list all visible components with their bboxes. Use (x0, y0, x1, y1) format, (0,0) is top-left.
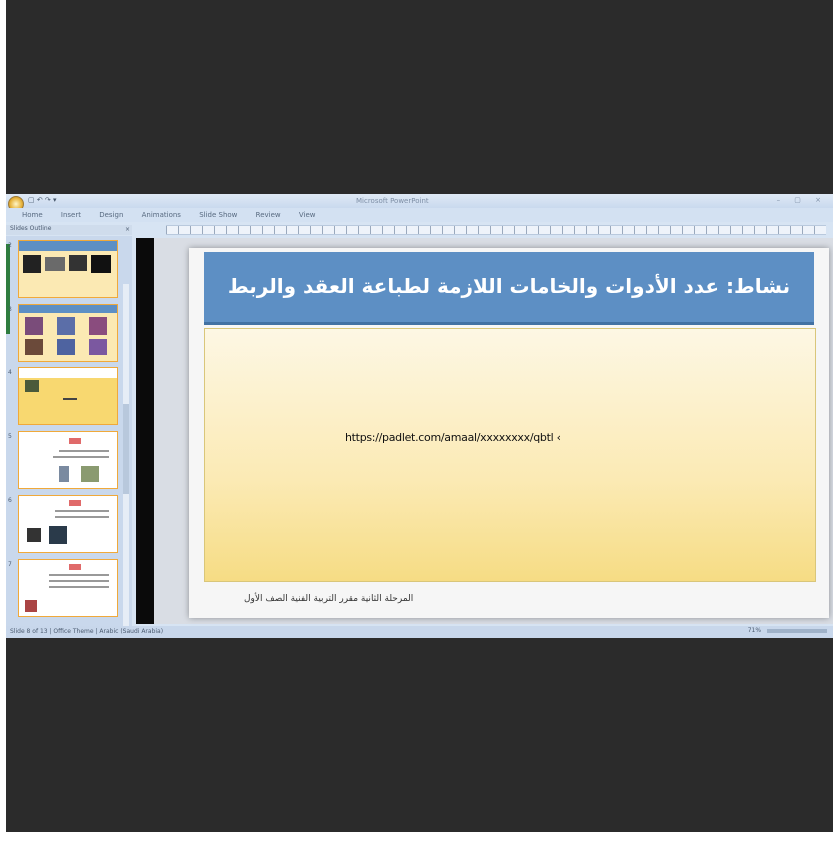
title-bar: ▢ ↶ ↷ ▾ Microsoft PowerPoint – ▢ × (6, 194, 833, 212)
slide-editor: نشاط: عدد الأدوات والخامات اللازمة لطباع… (136, 238, 833, 624)
thumbnail-number: 5 (8, 433, 12, 440)
thumb-image (91, 255, 111, 273)
editor-left-strip (136, 238, 154, 624)
slides-panel-tabs[interactable]: Slides Outline × (6, 225, 132, 235)
thumb-text-line (69, 564, 81, 570)
thumb-image (89, 317, 107, 335)
panel-tabs-label[interactable]: Slides Outline (10, 225, 51, 232)
thumb-text-line (53, 456, 109, 458)
thumb-header (19, 305, 117, 313)
slide-thumbnail[interactable] (18, 240, 118, 298)
slide-thumbnail[interactable] (18, 431, 118, 489)
tab-animations[interactable]: Animations (142, 211, 181, 219)
thumb-text-line (59, 450, 109, 452)
thumb-header (19, 368, 117, 378)
zoom-control[interactable]: 71% (748, 627, 827, 634)
slide-content-area[interactable]: https://padlet.com/amaal/xxxxxxxx/qbtl ‹ (204, 328, 816, 582)
thumb-image (27, 528, 41, 542)
slide-thumbnail[interactable] (18, 304, 118, 362)
thumb-image (59, 466, 69, 482)
thumb-image (45, 257, 65, 271)
slide-hyperlink[interactable]: https://padlet.com/amaal/xxxxxxxx/qbtl ‹ (345, 431, 561, 444)
thumb-image (25, 380, 39, 392)
thumb-image (25, 339, 43, 355)
horizontal-ruler (166, 225, 826, 235)
thumb-image (89, 339, 107, 355)
window-title: Microsoft PowerPoint (356, 197, 429, 205)
tab-view[interactable]: View (299, 211, 316, 219)
tab-insert[interactable]: Insert (61, 211, 81, 219)
thumb-header (19, 241, 117, 251)
thumb-image (25, 317, 43, 335)
thumb-image (49, 526, 67, 544)
thumbnail-number: 6 (8, 497, 12, 504)
current-slide[interactable]: نشاط: عدد الأدوات والخامات اللازمة لطباع… (189, 248, 829, 618)
editor-canvas: نشاط: عدد الأدوات والخامات اللازمة لطباع… (154, 238, 833, 624)
thumb-image (57, 317, 75, 335)
tab-home[interactable]: Home (22, 211, 43, 219)
thumb-text-line (63, 398, 77, 400)
thumb-image (69, 255, 87, 271)
slide-title-bar: نشاط: عدد الأدوات والخامات اللازمة لطباع… (204, 252, 814, 325)
thumbnail-number: 4 (8, 369, 12, 376)
slide-footer: المرحلة الثانية مقرر التربية الفنية الصف… (244, 594, 414, 604)
tab-design[interactable]: Design (99, 211, 123, 219)
tab-review[interactable]: Review (256, 211, 281, 219)
powerpoint-window: ▢ ↶ ↷ ▾ Microsoft PowerPoint – ▢ × Home … (6, 194, 833, 638)
status-text: Slide 8 of 13 | Office Theme | Arabic (S… (10, 628, 164, 635)
thumb-text-line (49, 574, 109, 576)
thumb-text-line (69, 438, 81, 444)
scrollbar-thumb[interactable] (123, 404, 129, 494)
zoom-slider[interactable] (767, 628, 827, 633)
slide-thumbnail[interactable] (18, 367, 118, 425)
tab-slide-show[interactable]: Slide Show (199, 211, 237, 219)
thumb-text-line (49, 580, 109, 582)
thumbnail-number: 2 (8, 242, 12, 249)
slide-thumbnail[interactable] (18, 559, 118, 617)
thumbnail-number: 3 (8, 306, 12, 313)
thumbnails-scrollbar[interactable] (123, 284, 129, 638)
quick-access-toolbar[interactable]: ▢ ↶ ↷ ▾ (28, 196, 57, 204)
thumb-image (23, 255, 41, 273)
status-bar: Slide 8 of 13 | Office Theme | Arabic (S… (6, 626, 833, 638)
thumb-image (57, 339, 75, 355)
thumb-text-line (69, 500, 81, 506)
thumbnail-number: 7 (8, 561, 12, 568)
slide-title[interactable]: نشاط: عدد الأدوات والخامات اللازمة لطباع… (204, 274, 814, 298)
panel-edge (6, 244, 10, 334)
zoom-level: 71% (747, 627, 762, 634)
ribbon-tabs: Home Insert Design Animations Slide Show… (6, 208, 833, 222)
slide-thumbnail[interactable] (18, 495, 118, 553)
thumb-text-line (55, 510, 109, 512)
close-icon[interactable]: × (125, 226, 130, 233)
thumb-text-line (49, 586, 109, 588)
thumb-image (81, 466, 99, 482)
window-controls[interactable]: – ▢ × (777, 196, 827, 204)
thumb-image (25, 600, 37, 612)
slide-thumbnails-panel: 2 3 4 5 6 7 (6, 236, 132, 638)
thumb-text-line (55, 516, 109, 518)
